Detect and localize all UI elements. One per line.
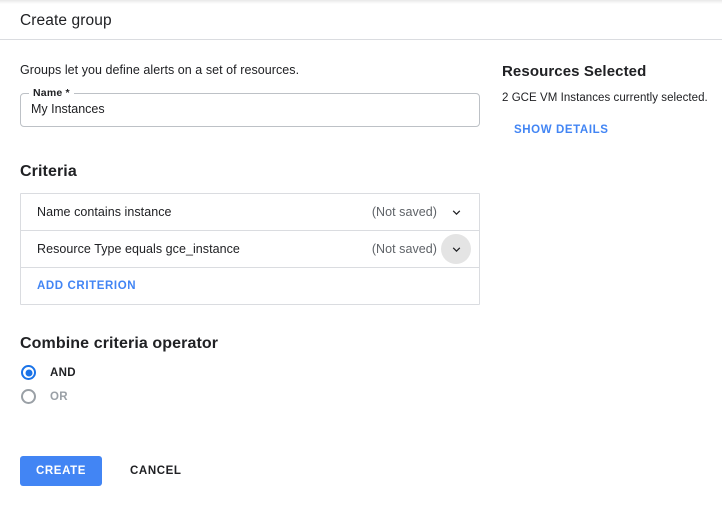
criteria-list: Name contains instance (Not saved) Resou… (20, 193, 480, 305)
action-bar: CREATE CANCEL (20, 456, 480, 486)
add-criterion-row[interactable]: ADD CRITERION (21, 268, 479, 304)
radio-or-label: OR (50, 391, 68, 403)
create-button[interactable]: CREATE (20, 456, 102, 486)
resources-selected-summary: 2 GCE VM Instances currently selected. (502, 92, 714, 104)
chevron-down-icon (449, 205, 464, 220)
cancel-button[interactable]: CANCEL (122, 456, 190, 486)
criteria-row-status: (Not saved) (372, 242, 437, 256)
resources-selected-heading: Resources Selected (502, 63, 714, 80)
group-name-input[interactable] (31, 102, 461, 116)
chevron-down-icon (449, 242, 464, 257)
radio-option-or[interactable]: OR (20, 385, 480, 408)
page-title: Create group (20, 12, 112, 30)
dialog-body: Groups let you define alerts on a set of… (0, 41, 722, 517)
criteria-row[interactable]: Name contains instance (Not saved) (21, 194, 479, 231)
dialog-header: Create group (0, 4, 722, 40)
radio-or-indicator[interactable] (21, 389, 36, 404)
form-column: Groups let you define alerts on a set of… (20, 41, 480, 486)
criteria-expand-button[interactable] (441, 197, 471, 227)
add-criterion-button[interactable]: ADD CRITERION (37, 280, 136, 292)
criteria-heading: Criteria (20, 163, 480, 181)
combine-operator-heading: Combine criteria operator (20, 335, 480, 353)
criteria-row-status: (Not saved) (372, 205, 437, 219)
show-details-button[interactable]: SHOW DETAILS (514, 124, 609, 136)
criteria-row-text: Name contains instance (37, 205, 372, 219)
criteria-row-text: Resource Type equals gce_instance (37, 242, 372, 256)
group-name-field[interactable]: Name * (20, 93, 480, 127)
group-name-label: Name * (29, 87, 74, 99)
intro-description: Groups let you define alerts on a set of… (20, 63, 480, 77)
radio-and-label: AND (50, 367, 76, 379)
criteria-expand-button[interactable] (441, 234, 471, 264)
radio-and-indicator[interactable] (21, 365, 36, 380)
radio-option-and[interactable]: AND (20, 361, 480, 384)
criteria-row[interactable]: Resource Type equals gce_instance (Not s… (21, 231, 479, 268)
resources-panel: Resources Selected 2 GCE VM Instances cu… (502, 41, 714, 138)
